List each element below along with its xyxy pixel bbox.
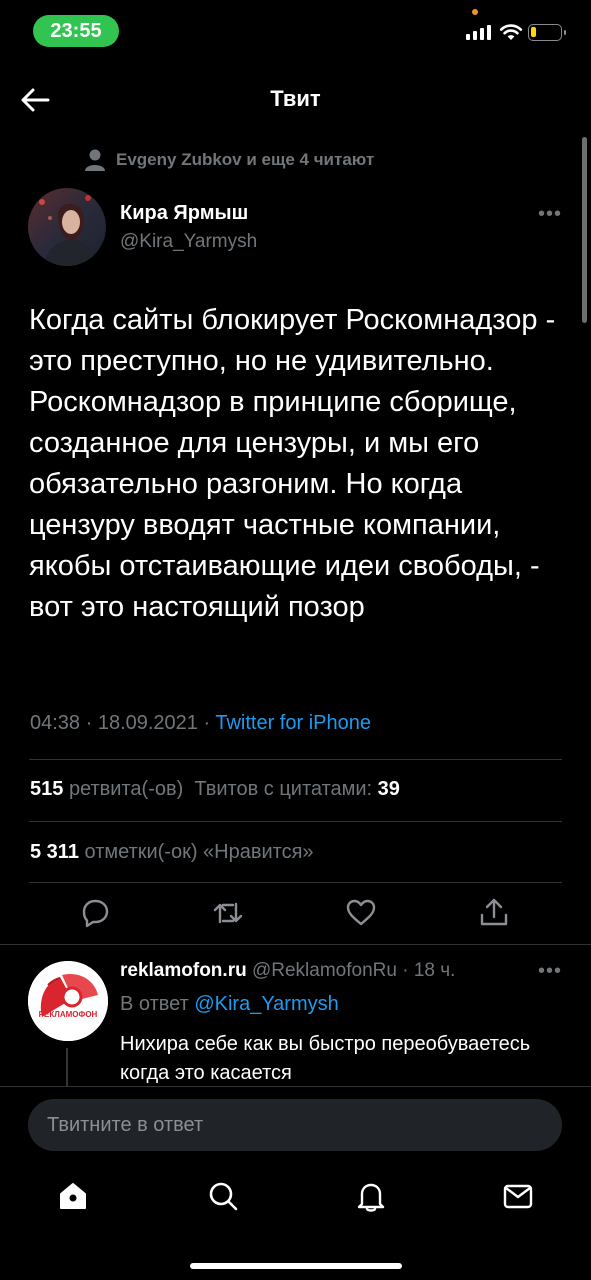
cellular-signal-icon	[466, 25, 491, 40]
reply-to-mention[interactable]: @Kira_Yarmysh	[194, 993, 338, 1015]
like-icon[interactable]	[344, 895, 378, 931]
social-context[interactable]: Evgeny Zubkov и еще 4 читают	[84, 148, 374, 172]
notifications-icon[interactable]	[354, 1179, 388, 1213]
retweet-icon[interactable]	[211, 895, 245, 931]
home-indicator[interactable]	[190, 1263, 402, 1269]
thread-line	[66, 1048, 68, 1086]
search-icon[interactable]	[206, 1179, 240, 1213]
tweet-timestamp: 04:38 · 18.09.2021 ·	[30, 712, 216, 734]
retweet-quote-stats[interactable]: 515 ретвита(-ов) Твитов с цитатами: 39	[30, 778, 400, 801]
privacy-indicator-dot	[472, 9, 478, 15]
reply-header[interactable]: reklamofon.ru @ReklamofonRu · 18 ч.	[120, 960, 455, 982]
divider	[29, 759, 562, 760]
reply-text: Нихира себе как вы быстро переобуваетесь…	[120, 1033, 531, 1084]
home-icon[interactable]	[56, 1179, 90, 1213]
status-time: 23:55	[33, 15, 119, 47]
reply-icon[interactable]	[78, 895, 112, 931]
reply-author-handle[interactable]: @ReklamofonRu · 18 ч.	[252, 960, 455, 981]
nav-header: Твит	[0, 72, 591, 128]
divider	[29, 882, 562, 883]
likes-stats[interactable]: 5 311 отметки(-ок) «Нравится»	[30, 841, 314, 864]
messages-icon[interactable]	[501, 1179, 535, 1213]
likes-label: отметки(-ок) «Нравится»	[84, 841, 314, 863]
social-context-text: Evgeny Zubkov и еще 4 читают	[116, 150, 375, 169]
likes-count: 5 311	[30, 841, 79, 863]
status-bar: 23:55	[0, 0, 591, 64]
battery-icon	[528, 24, 566, 41]
reply-more-options-icon[interactable]: •••	[538, 960, 562, 983]
quotes-count: 39	[377, 778, 400, 800]
author-name[interactable]: Кира Ярмыш	[120, 202, 248, 225]
divider	[0, 944, 591, 945]
tweet-source-link[interactable]: Twitter for iPhone	[215, 712, 371, 734]
share-icon[interactable]	[477, 895, 511, 931]
wifi-icon	[499, 24, 523, 40]
retweets-count: 515	[30, 778, 64, 800]
divider	[29, 821, 562, 822]
quotes-label: Твитов с цитатами:	[194, 778, 373, 800]
reply-to-label: В ответ	[120, 993, 195, 1015]
reply-to-line: В ответ @Kira_Yarmysh	[120, 993, 339, 1016]
scroll-indicator[interactable]	[582, 137, 587, 323]
author-handle[interactable]: @Kira_Yarmysh	[120, 231, 257, 253]
reply-avatar[interactable]: РЕКЛАМОФОН	[28, 961, 108, 1041]
retweets-label: ретвита(-ов)	[68, 778, 184, 800]
tweet-text: Когда сайты блокирует Роскомнадзор - это…	[29, 304, 556, 623]
person-icon	[85, 149, 105, 171]
page-title: Твит	[270, 86, 321, 111]
reply-author-name[interactable]: reklamofon.ru	[120, 960, 247, 981]
tweet-actions	[0, 895, 591, 935]
reply-avatar-logo-text: РЕКЛАМОФОН	[39, 1010, 98, 1019]
more-options-icon[interactable]: •••	[538, 203, 562, 225]
tweet-meta: 04:38 · 18.09.2021 · Twitter for iPhone	[30, 712, 371, 735]
author-avatar[interactable]	[28, 188, 106, 266]
reply-compose-input[interactable]: Твитните в ответ	[28, 1099, 562, 1151]
